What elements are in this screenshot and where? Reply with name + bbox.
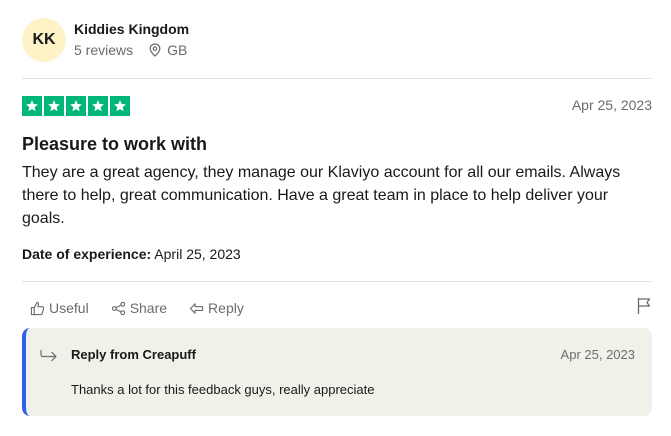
avatar[interactable]: KK [22, 18, 66, 62]
reply-date: Apr 25, 2023 [560, 347, 635, 362]
reply-button[interactable]: Reply [189, 300, 244, 316]
useful-label: Useful [49, 300, 89, 316]
divider [22, 281, 652, 282]
reply-text: Thanks a lot for this feedback guys, rea… [71, 382, 375, 397]
star-rating [22, 96, 130, 116]
reply-author: Reply from Creapuff [71, 347, 196, 362]
date-of-experience: Date of experience: April 25, 2023 [22, 246, 241, 262]
reply-label: Reply [208, 300, 244, 316]
thumbs-up-icon [30, 301, 45, 315]
star-icon [22, 96, 42, 116]
star-icon [66, 96, 86, 116]
reviewer-header: KK Kiddies Kingdom 5 reviews GB [22, 18, 189, 64]
star-icon [44, 96, 64, 116]
share-button[interactable]: Share [111, 300, 167, 316]
review-title[interactable]: Pleasure to work with [22, 132, 207, 156]
share-icon [111, 301, 125, 315]
review-card: KK Kiddies Kingdom 5 reviews GB Apr 25, … [22, 0, 652, 436]
reviewer-name[interactable]: Kiddies Kingdom [74, 19, 189, 39]
location-pin-icon [149, 43, 161, 57]
review-actions: Useful Share Reply [22, 297, 652, 319]
star-icon [110, 96, 130, 116]
review-body: They are a great agency, they manage our… [22, 164, 621, 227]
reviews-count: 5 reviews [74, 42, 134, 58]
location: GB [149, 42, 187, 58]
reply-arrow-icon [40, 350, 57, 362]
divider [22, 78, 652, 79]
reply-icon [189, 302, 204, 314]
country-code: GB [167, 42, 188, 58]
reviewer-info: Kiddies Kingdom 5 reviews GB [74, 18, 189, 64]
useful-button[interactable]: Useful [30, 300, 89, 316]
company-reply: Reply from Creapuff Apr 25, 2023 Thanks … [22, 328, 652, 416]
report-flag-button[interactable] [636, 297, 652, 320]
review-date: Apr 25, 2023 [571, 97, 652, 113]
star-icon [88, 96, 108, 116]
share-label: Share [129, 300, 168, 316]
experience-date: April 25, 2023 [154, 246, 241, 262]
experience-label: Date of experience: [22, 246, 152, 262]
reviewer-meta: 5 reviews GB [74, 42, 189, 58]
flag-icon [637, 298, 651, 314]
